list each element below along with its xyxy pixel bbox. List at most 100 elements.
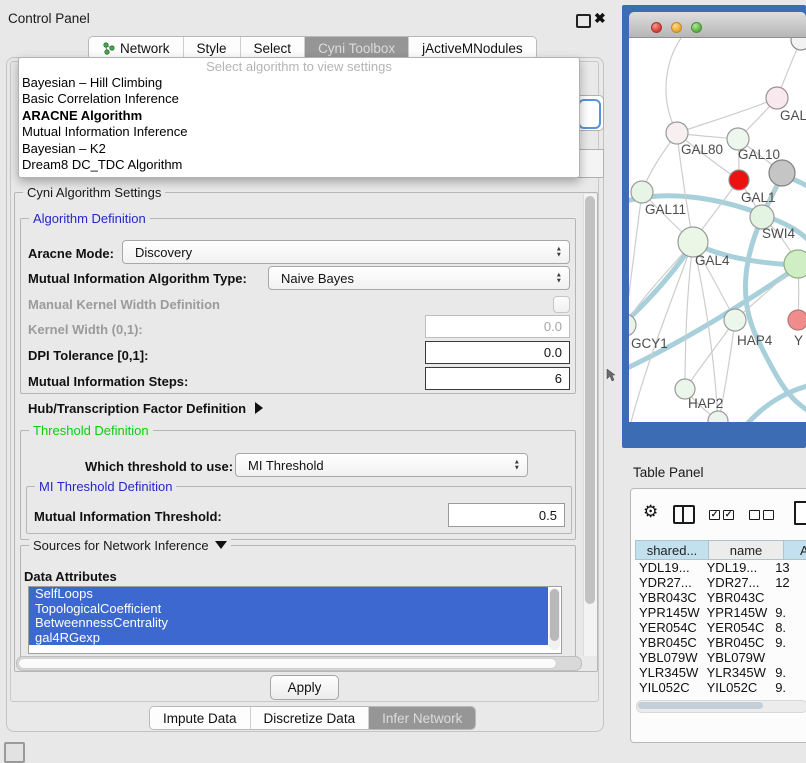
network-node[interactable] — [729, 170, 749, 190]
close-icon[interactable]: ✖ — [594, 10, 606, 27]
mi-steps-field[interactable]: 6 — [425, 367, 570, 390]
control-panel-title: Control Panel — [8, 11, 90, 26]
zoom-traffic-light-icon[interactable] — [691, 22, 702, 33]
table-row[interactable]: YDL19...YDL19...13 — [635, 560, 806, 575]
select-all-checkbox-icon[interactable]: ✓ — [723, 510, 734, 520]
network-edge[interactable] — [685, 320, 735, 389]
table-cell: YBL079W — [703, 650, 772, 665]
network-node[interactable] — [666, 122, 688, 144]
mi-threshold-field[interactable]: 0.5 — [448, 503, 565, 527]
apply-button[interactable]: Apply — [270, 675, 339, 700]
algorithm-option[interactable]: Bayesian – Hill Climbing — [22, 75, 162, 90]
minimize-traffic-light-icon[interactable] — [671, 22, 682, 33]
mouse-cursor — [606, 368, 616, 382]
manual-kernel-checkbox[interactable] — [553, 296, 570, 313]
network-node[interactable] — [724, 309, 746, 331]
table-cell: YDR27... — [635, 575, 703, 590]
mi-threshold-title: MI Threshold Definition — [35, 479, 176, 494]
table-row[interactable]: YER054CYER054C8. — [635, 620, 806, 635]
table-row[interactable]: YPR145WYPR145W9. — [635, 605, 806, 620]
table-panel-title: Table Panel — [633, 465, 704, 480]
document-icon[interactable] — [794, 501, 806, 525]
table-row[interactable]: YBR043CYBR043C — [635, 590, 806, 605]
data-attributes-list[interactable]: SelfLoopsTopologicalCoefficientBetweenne… — [28, 586, 562, 654]
network-node[interactable] — [791, 38, 806, 50]
network-edge-highlighted[interactable] — [629, 244, 693, 324]
settings-vertical-scrollbar[interactable] — [583, 194, 597, 656]
sources-title[interactable]: Sources for Network Inference — [29, 538, 231, 553]
table-row[interactable]: YIL052CYIL052C9. — [635, 680, 806, 695]
network-node[interactable] — [766, 87, 788, 109]
network-window-titlebar[interactable] — [629, 12, 806, 38]
aracne-mode-combobox[interactable]: Discovery ▲▼ — [122, 240, 570, 264]
settings-horizontal-scrollbar[interactable] — [16, 656, 582, 671]
table-horizontal-scrollbar[interactable] — [636, 700, 806, 713]
collapse-arrow-icon — [215, 541, 227, 549]
table-cell: 9. — [771, 635, 806, 650]
data-attribute-item[interactable]: BetweennessCentrality — [29, 616, 548, 631]
hub-definition-expander[interactable]: Hub/Transcription Factor Definition — [28, 401, 263, 416]
bottom-tab-discretize-data[interactable]: Discretize Data — [250, 707, 369, 729]
mi-type-combobox[interactable]: Naive Bayes ▲▼ — [268, 266, 570, 290]
column-header[interactable]: shared... — [635, 540, 709, 560]
network-node[interactable] — [769, 160, 795, 186]
network-edge[interactable] — [677, 98, 777, 133]
tab-cyni-toolbox[interactable]: Cyni Toolbox — [304, 37, 408, 59]
network-node[interactable] — [788, 310, 806, 330]
table-row[interactable]: YBR045CYBR045C9. — [635, 635, 806, 650]
node-label: GAL10 — [738, 147, 780, 162]
table-cell: YLR345W — [635, 665, 703, 680]
tab-style[interactable]: Style — [183, 37, 240, 59]
data-attribute-item[interactable]: TopologicalCoefficient — [29, 602, 548, 617]
data-attribute-item[interactable]: SelfLoops — [29, 587, 548, 602]
table-cell: YLR345W — [703, 665, 772, 680]
algorithm-option[interactable]: ARACNE Algorithm — [22, 108, 142, 123]
combobox-arrows-icon: ▲▼ — [556, 247, 562, 258]
deselect-checkbox-icon[interactable] — [749, 510, 760, 520]
network-canvas[interactable]: GALGAL80GAL10GAL1GAL11SWI4GAL4HAP4YGCY1H… — [629, 38, 806, 422]
table-row[interactable]: YLR345WYLR345W9. — [635, 665, 806, 680]
algorithm-option[interactable]: Dream8 DC_TDC Algorithm — [22, 157, 182, 172]
network-node[interactable] — [631, 181, 653, 203]
which-threshold-combobox[interactable]: MI Threshold ▲▼ — [235, 453, 528, 477]
algorithm-option[interactable]: Bayesian – K2 — [22, 141, 106, 156]
split-columns-icon[interactable] — [673, 505, 695, 524]
gear-icon[interactable]: ⚙ — [643, 502, 658, 522]
tab-network[interactable]: Network — [89, 37, 183, 59]
settings-scrollbar-thumb[interactable] — [585, 196, 595, 604]
tab-label: Style — [197, 41, 227, 56]
bottom-tab-impute-data[interactable]: Impute Data — [150, 707, 250, 729]
corner-widget-icon[interactable] — [4, 742, 25, 763]
column-header[interactable]: A — [784, 540, 806, 560]
deselect-checkbox-icon[interactable] — [763, 510, 774, 520]
kernel-width-field[interactable]: 0.0 — [425, 315, 570, 338]
column-header[interactable]: name — [709, 540, 784, 560]
table-row[interactable]: YBL079WYBL079W — [635, 650, 806, 665]
settings-hscrollbar-thumb[interactable] — [18, 658, 557, 669]
select-all-checkbox-icon[interactable]: ✓ — [709, 510, 720, 520]
node-label: GAL — [780, 108, 806, 123]
close-traffic-light-icon[interactable] — [651, 22, 662, 33]
network-window[interactable]: GALGAL80GAL10GAL1GAL11SWI4GAL4HAP4YGCY1H… — [622, 5, 806, 448]
table-cell: 8. — [771, 620, 806, 635]
table-row[interactable]: YDR27...YDR27...12 — [635, 575, 806, 590]
network-edge[interactable] — [685, 242, 693, 389]
algorithm-option[interactable]: Basic Correlation Inference — [22, 91, 179, 106]
data-attribute-item[interactable]: gal4RGexp — [29, 631, 548, 646]
network-edge[interactable] — [666, 38, 681, 133]
network-node[interactable] — [629, 314, 636, 336]
network-node[interactable] — [784, 250, 806, 278]
table-cell: YDR27... — [703, 575, 772, 590]
table-hscrollbar-thumb[interactable] — [638, 702, 763, 709]
list-scrollbar-thumb[interactable] — [550, 589, 559, 641]
hub-definition-label: Hub/Transcription Factor Definition — [28, 401, 246, 416]
tab-jactivemnodules[interactable]: jActiveMNodules — [408, 37, 536, 59]
tab-select[interactable]: Select — [240, 37, 305, 59]
dpi-tolerance-field[interactable]: 0.0 — [425, 341, 570, 364]
bottom-tab-infer-network[interactable]: Infer Network — [368, 707, 475, 729]
float-window-icon[interactable] — [576, 14, 591, 28]
algorithm-option[interactable]: Mutual Information Inference — [22, 124, 187, 139]
list-scrollbar[interactable] — [549, 588, 560, 650]
table-cell: 9. — [771, 605, 806, 620]
network-node[interactable] — [708, 411, 728, 422]
